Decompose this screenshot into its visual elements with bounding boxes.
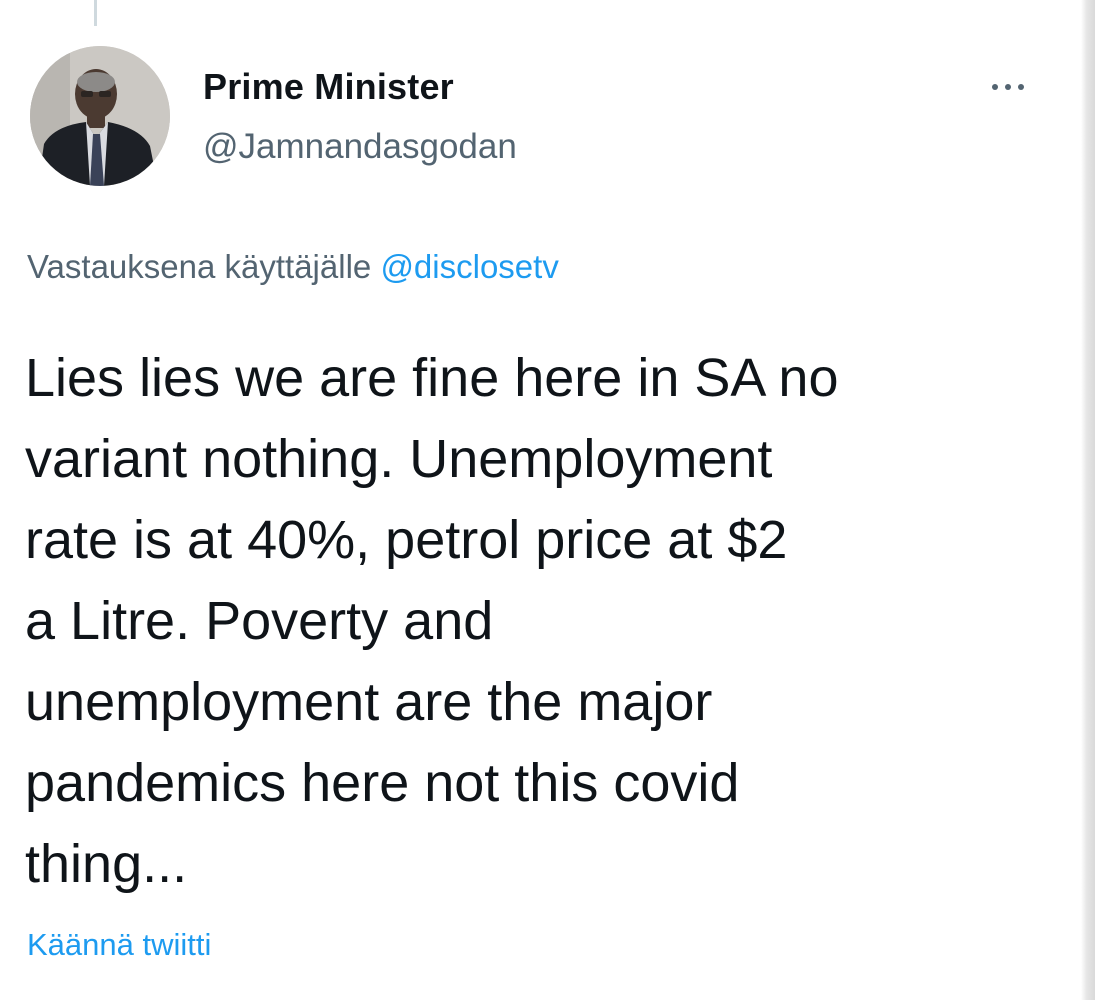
tweet-text: Lies lies we are fine here in SA no vari…: [25, 348, 839, 894]
author-handle[interactable]: @Jamnandasgodan: [203, 127, 517, 167]
more-horizontal-icon: [992, 84, 998, 90]
profile-photo-icon: [30, 46, 170, 186]
avatar[interactable]: [30, 46, 170, 186]
tweet-card: Prime Minister @Jamnandasgodan Vastaukse…: [0, 0, 1095, 1000]
reply-context: Vastauksena käyttäjälle @disclosetv: [27, 248, 559, 286]
thread-connector-line: [94, 0, 97, 26]
more-horizontal-icon-dot: [1005, 84, 1011, 90]
author-display-name[interactable]: Prime Minister: [203, 66, 454, 108]
page-edge-shadow: [1081, 0, 1095, 1000]
reply-context-prefix: Vastauksena käyttäjälle: [27, 248, 381, 285]
more-options-button[interactable]: [978, 72, 1038, 102]
more-horizontal-icon-dot: [1018, 84, 1024, 90]
reply-mention-link[interactable]: @disclosetv: [380, 248, 558, 285]
translate-tweet-link[interactable]: Käännä twiitti: [27, 927, 211, 963]
